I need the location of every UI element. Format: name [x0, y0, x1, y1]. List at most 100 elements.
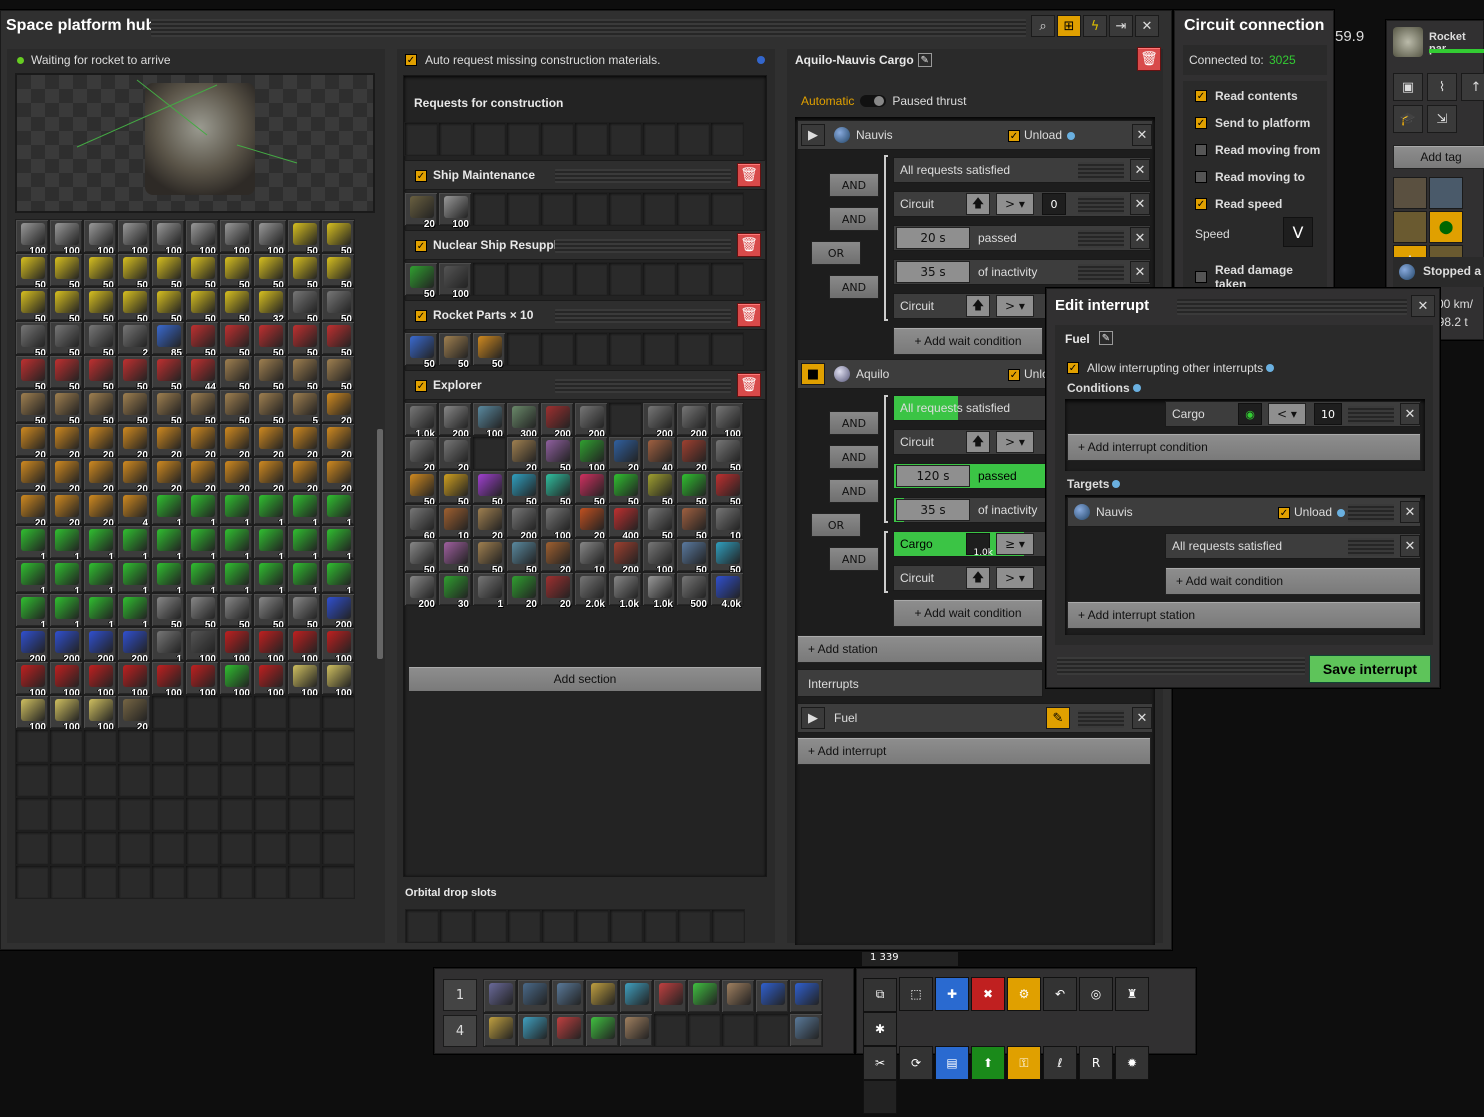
inventory-slot[interactable] [404, 122, 438, 156]
inventory-slot[interactable]: 50 [49, 389, 83, 427]
condition-circuit[interactable]: Circuit 🡅 > ▾ 0 ✕ [893, 191, 1151, 217]
inventory-slot[interactable] [185, 695, 219, 729]
inventory-slot[interactable] [287, 831, 321, 865]
inventory-slot[interactable]: 100 [185, 219, 219, 257]
inventory-slot[interactable]: 5 [287, 389, 321, 427]
inventory-slot[interactable]: 20 [321, 423, 355, 461]
inventory-slot[interactable] [151, 831, 185, 865]
inventory-slot[interactable]: 200 [608, 538, 642, 576]
request-section-header[interactable]: ✓ Explorer 🗑 [404, 370, 766, 400]
quickbar-slot[interactable] [721, 1013, 755, 1047]
inventory-slot[interactable] [117, 729, 151, 763]
inventory-slot[interactable]: 1 [472, 572, 506, 610]
copy-icon[interactable]: ⧉ [863, 977, 897, 1012]
inventory-slot[interactable]: 1 [117, 593, 151, 631]
inventory-slot[interactable]: 50 [253, 321, 287, 359]
inventory-slot[interactable]: 20 [49, 423, 83, 461]
inventory-slot[interactable] [83, 729, 117, 763]
cut-icon[interactable]: ✂ [863, 1045, 897, 1080]
inventory-slot[interactable] [710, 122, 744, 156]
delete-section-button[interactable]: 🗑 [737, 373, 761, 397]
inventory-slot[interactable]: 100 [321, 661, 355, 699]
inventory-slot[interactable]: 50 [404, 332, 438, 370]
section-checkbox[interactable]: ✓ [415, 310, 427, 322]
inventory-slot[interactable]: 100 [49, 661, 83, 699]
edit-pencil-icon[interactable]: ✎ [1046, 707, 1070, 729]
inventory-slot[interactable] [83, 763, 117, 797]
inventory-slot[interactable]: 50 [185, 593, 219, 631]
inventory-slot[interactable] [321, 763, 355, 797]
inventory-slot[interactable]: 20 [540, 572, 574, 610]
research-icon[interactable]: 🎓 [1393, 105, 1423, 133]
quickbar-slot[interactable] [755, 1013, 789, 1047]
inventory-slot[interactable]: 50 [287, 287, 321, 325]
inventory-slot[interactable] [117, 797, 151, 831]
inventory-slot[interactable]: 20 [15, 457, 49, 495]
inventory-slot[interactable]: 1 [219, 491, 253, 529]
read-moving-from-checkbox[interactable] [1195, 144, 1207, 156]
inventory-slot[interactable] [642, 332, 676, 366]
inventory-slot[interactable]: 20 [49, 457, 83, 495]
inventory-slot[interactable] [83, 797, 117, 831]
inventory-slot[interactable]: 1 [83, 593, 117, 631]
inventory-slot[interactable]: 50 [49, 321, 83, 359]
read-speed-checkbox[interactable]: ✓ [1195, 198, 1207, 210]
inventory-slot[interactable]: 200 [321, 593, 355, 631]
inventory-slot[interactable]: 20 [287, 457, 321, 495]
add-tag-button[interactable]: Add tag [1393, 145, 1484, 169]
map-pin-icon[interactable]: ⬤ [1429, 211, 1463, 243]
inventory-slot[interactable]: 1 [219, 559, 253, 597]
remove-target-button[interactable]: ✕ [1400, 501, 1420, 523]
inventory-slot[interactable] [676, 262, 710, 296]
inventory-slot[interactable]: 20 [404, 192, 438, 230]
inventory-slot[interactable] [321, 729, 355, 763]
inventory-slot[interactable]: 1.0k [404, 402, 438, 440]
inventory-slot[interactable]: 20 [253, 423, 287, 461]
orbital-drop-slot[interactable] [439, 909, 473, 943]
inventory-slot[interactable]: 1 [185, 491, 219, 529]
cargo-signal[interactable]: 1.0k [966, 533, 993, 558]
inventory-slot[interactable]: 200 [15, 627, 49, 665]
inventory-slot[interactable]: 50 [287, 219, 321, 257]
inventory-slot[interactable]: 50 [49, 253, 83, 291]
inventory-slot[interactable]: 50 [710, 436, 744, 474]
signal-up-arrow-icon[interactable]: 🡅 [966, 567, 990, 589]
quickbar-slot[interactable] [517, 1013, 551, 1047]
inventory-slot[interactable] [574, 192, 608, 226]
inventory-slot[interactable]: 1 [49, 593, 83, 631]
delete-section-button[interactable]: 🗑 [737, 163, 761, 187]
inventory-slot[interactable]: 50 [321, 287, 355, 325]
inventory-slot[interactable]: 20 [438, 436, 472, 474]
inventory-slot[interactable] [151, 865, 185, 899]
add-section-button[interactable]: Add section [408, 666, 762, 692]
inventory-slot[interactable]: 20 [219, 457, 253, 495]
inventory-slot[interactable]: 50 [151, 389, 185, 427]
remove-condition-button[interactable]: ✕ [1130, 193, 1150, 215]
stop-icon[interactable]: ■ [801, 363, 825, 385]
lightning-icon[interactable]: ϟ [1083, 15, 1107, 37]
inventory-slot[interactable] [438, 122, 472, 156]
condition-inactivity[interactable]: 35 s of inactivity ✕ [893, 259, 1151, 285]
remove-condition-button[interactable]: ✕ [1130, 261, 1150, 283]
inventory-slot[interactable]: 100 [185, 661, 219, 699]
inventory-slot[interactable]: 50 [83, 321, 117, 359]
inventory-slot[interactable]: 200 [574, 402, 608, 440]
constant-input[interactable]: 10 [1314, 403, 1342, 425]
inventory-slot[interactable]: 20 [219, 423, 253, 461]
inventory-slot[interactable]: 50 [287, 321, 321, 359]
inventory-slot[interactable] [710, 332, 744, 366]
inventory-slot[interactable] [185, 763, 219, 797]
inventory-slot[interactable]: 100 [219, 661, 253, 699]
inventory-slot[interactable] [151, 695, 185, 729]
inventory-slot[interactable] [185, 865, 219, 899]
thrust-toggle[interactable] [860, 95, 887, 107]
inventory-slot[interactable]: 50 [287, 253, 321, 291]
inventory-slot[interactable] [253, 831, 287, 865]
inventory-slot[interactable] [151, 797, 185, 831]
inventory-slot[interactable]: 20 [321, 389, 355, 427]
comparator-dropdown[interactable]: > ▾ [996, 193, 1034, 215]
remove-condition-button[interactable]: ✕ [1130, 159, 1150, 181]
inventory-slot[interactable] [83, 831, 117, 865]
inventory-slot[interactable]: 50 [472, 332, 506, 370]
inventory-slot[interactable] [676, 332, 710, 366]
